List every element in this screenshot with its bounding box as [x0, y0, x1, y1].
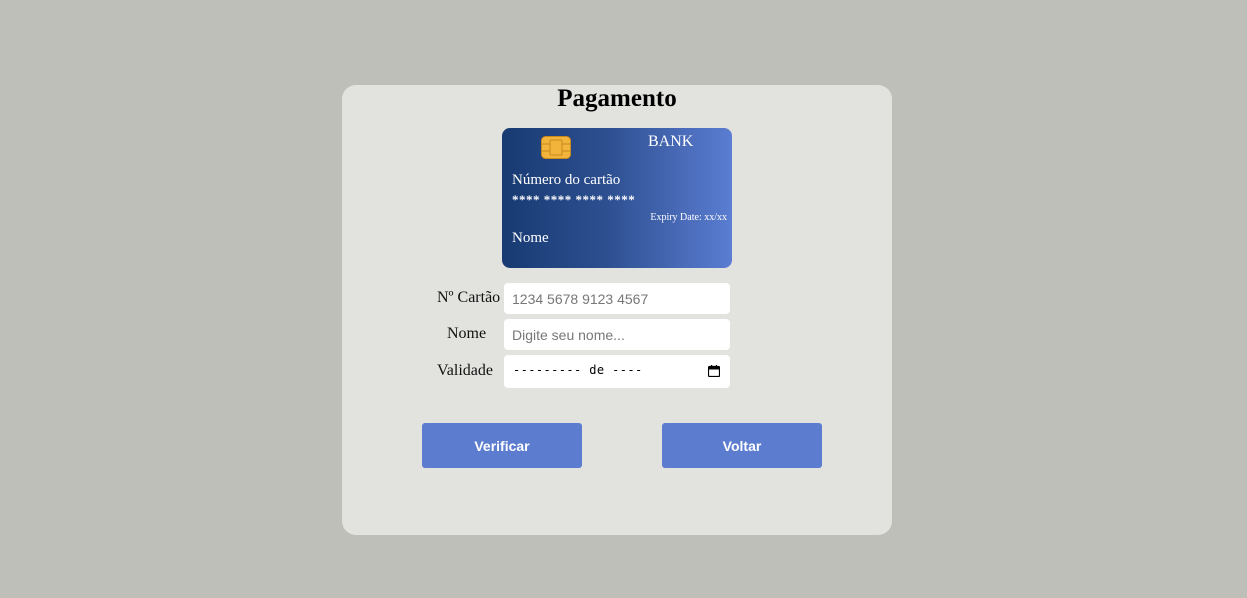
card-number-label-field: Nº Cartão [437, 289, 501, 306]
card-number-input[interactable] [504, 283, 730, 314]
card-holder-name: Nome [512, 230, 549, 246]
credit-card-preview: BANK Número do cartão **** **** **** ***… [502, 128, 732, 268]
expiry-date-display: --------- de ---- [513, 363, 643, 377]
name-label: Nome [447, 325, 487, 342]
verify-button[interactable]: Verificar [422, 423, 582, 468]
card-number-label: Número do cartão [512, 172, 621, 188]
card-number-masked: **** **** **** **** [512, 192, 636, 207]
card-chip-icon [541, 136, 571, 159]
calendar-icon[interactable] [708, 365, 720, 377]
card-expiry-date: Expiry Date: xx/xx [650, 212, 727, 223]
name-input[interactable] [504, 319, 730, 350]
card-bank-name: BANK [648, 133, 694, 150]
expiry-date-input[interactable]: --------- de ---- [504, 355, 730, 388]
expiry-label: Validade [437, 362, 493, 379]
page-title: Pagamento [557, 85, 677, 112]
back-button[interactable]: Voltar [662, 423, 822, 468]
payment-panel: Pagamento BANK Número do cartão **** ***… [342, 85, 892, 535]
